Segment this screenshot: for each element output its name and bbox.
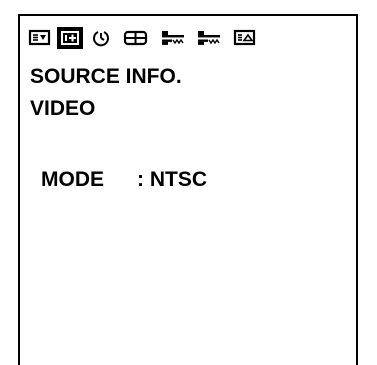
setup-icon[interactable] [161,27,185,49]
timer-icon[interactable] [91,27,111,49]
display-layout-icon[interactable] [123,27,149,49]
menu-title: SOURCE INFO. [30,65,182,88]
menu-tab-bar [28,25,257,51]
menu-subtitle: VIDEO [30,97,96,120]
info-row-mode: MODE : NTSC [41,169,207,190]
info-row-value: : NTSC [137,168,207,191]
source-info-icon[interactable] [57,27,83,49]
osd-menu-panel: SOURCE INFO. VIDEO MODE : NTSC [18,14,358,365]
advanced-setup-icon[interactable] [197,27,221,49]
info-row-label: MODE [41,168,104,191]
option-icon[interactable] [233,27,257,49]
picture-adjust-icon[interactable] [28,27,52,49]
